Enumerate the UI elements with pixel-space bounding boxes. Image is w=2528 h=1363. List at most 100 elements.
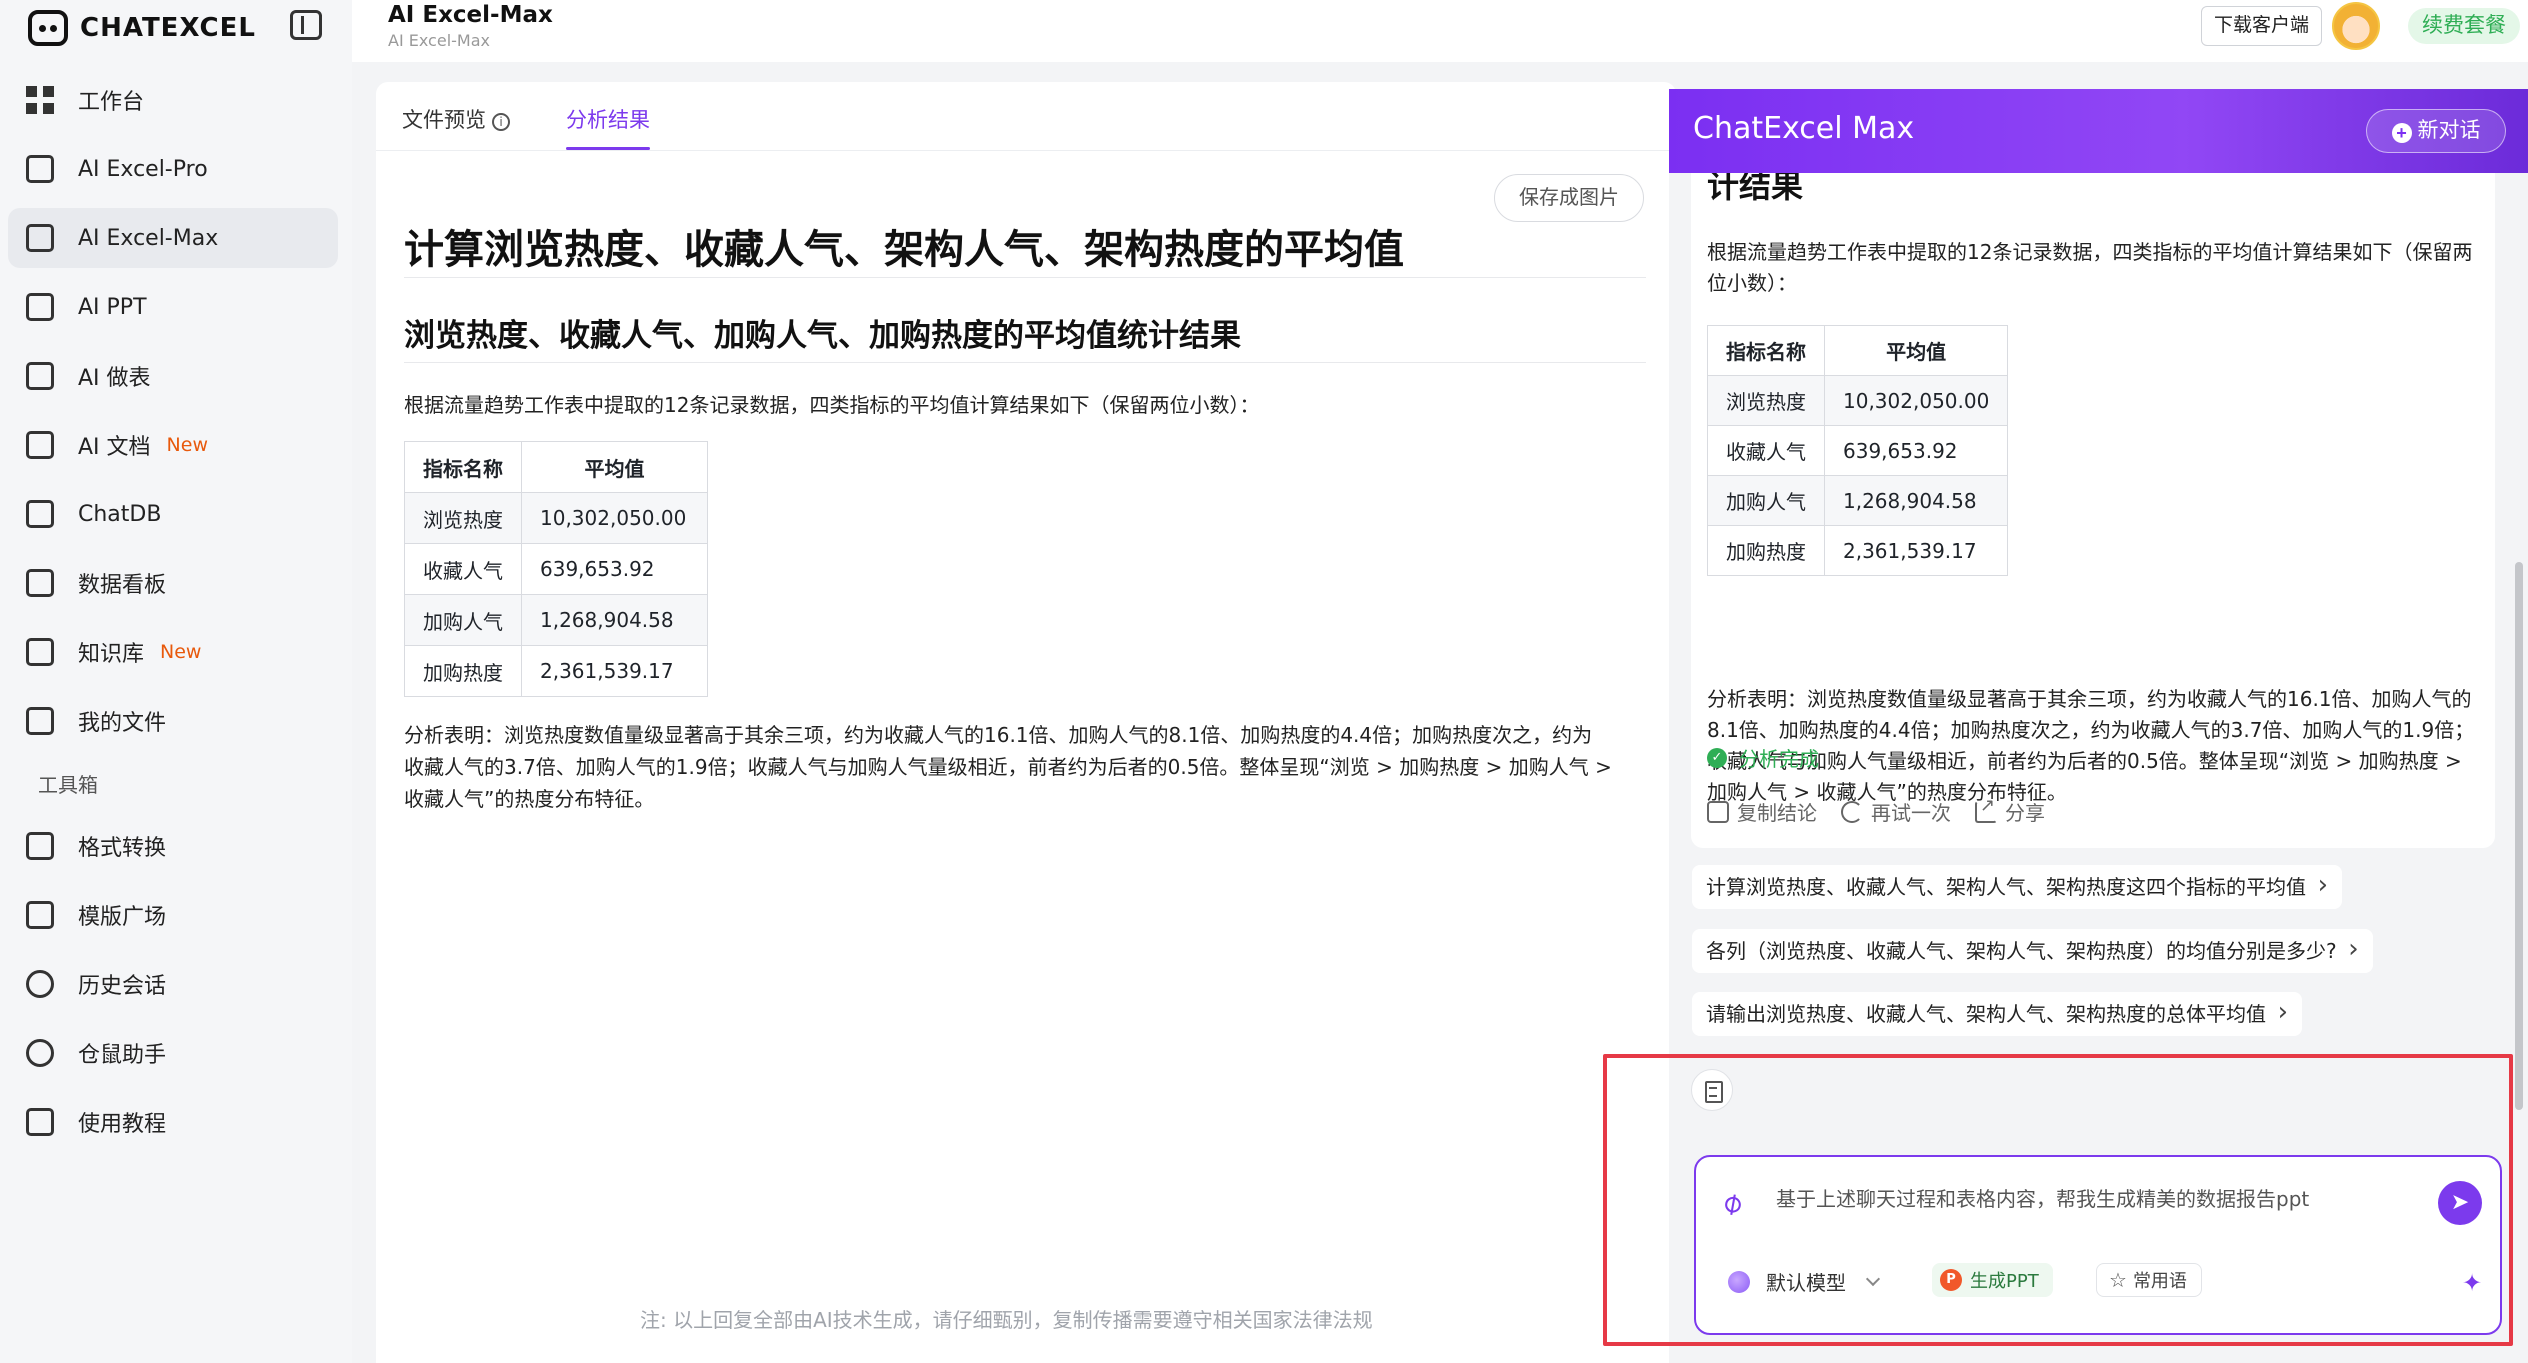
sidebar-item-format-convert[interactable]: 格式转换 [8, 816, 338, 876]
logo[interactable]: CHATEXCEL [28, 6, 256, 50]
analysis-panel: 文件预览 i 分析结果 保存成图片 计算浏览热度、收藏人气、架构人气、架构热度的平… [376, 82, 1676, 1363]
analysis-conclusion: 分析表明：浏览热度数值量级显著高于其余三项，约为收藏人气的16.1倍、加购人气的… [404, 719, 1646, 815]
table-icon [26, 362, 54, 390]
chat-input-box: ⌀ ➤ 默认模型 P 生成PPT ☆ 常用语 ✦ [1694, 1155, 2502, 1335]
suggestion-chip[interactable]: 请输出浏览热度、收藏人气、架构人气、架构热度的总体平均值 [1692, 990, 2302, 1036]
save-as-image-button[interactable]: 保存成图片 [1494, 174, 1644, 222]
sidebar-item-knowledge-base[interactable]: 知识库 New [8, 622, 338, 682]
sidebar-item-template-square[interactable]: 模版广场 [8, 885, 338, 945]
sidebar-item-label: AI Excel-Max [78, 225, 219, 251]
paperclip-icon[interactable]: ⌀ [1714, 1179, 1758, 1222]
sidebar-item-my-files[interactable]: 我的文件 [8, 691, 338, 751]
sidebar-item-ai-make-table[interactable]: AI 做表 [8, 346, 338, 406]
download-client-button[interactable]: 下载客户端 [2201, 6, 2323, 46]
new-chat-button[interactable]: + 新对话 [2366, 109, 2506, 153]
table-cell: 10,302,050.00 [521, 492, 708, 544]
tab-file-preview[interactable]: 文件预览 i [402, 102, 510, 150]
sidebar-item-workbench[interactable]: 工作台 [8, 70, 338, 130]
database-icon [26, 500, 54, 528]
send-button[interactable]: ➤ [2438, 1181, 2482, 1225]
table-row: 加购热度 2,361,539.17 [1707, 525, 2009, 576]
table-cell: 639,653.92 [1823, 425, 2009, 476]
generate-ppt-label: 生成PPT [1970, 1271, 2039, 1292]
common-phrases-button[interactable]: ☆ 常用语 [2096, 1263, 2202, 1297]
star-icon: ☆ [2109, 1268, 2127, 1292]
generate-ppt-button[interactable]: P 生成PPT [1932, 1263, 2053, 1297]
sidebar-item-label: AI 做表 [78, 366, 151, 391]
table-row: 浏览热度 10,302,050.00 [1707, 375, 2009, 426]
analysis-document: 计算浏览热度、收藏人气、架构人气、架构热度的平均值 浏览热度、收藏人气、加购人气… [404, 222, 1646, 815]
toolbox-section-label: 工具箱 [38, 773, 98, 797]
tab-bar: 文件预览 i 分析结果 [402, 102, 706, 152]
table-cell: 加购人气 [404, 594, 522, 646]
sidebar-item-ai-ppt[interactable]: AI PPT [8, 277, 338, 337]
renew-plan-button[interactable]: 续费套餐 [2408, 8, 2520, 44]
user-avatar[interactable] [2332, 2, 2380, 50]
common-phrases-label: 常用语 [2132, 1271, 2187, 1292]
document-attach-icon[interactable] [1691, 1069, 1733, 1111]
table-cell: 1,268,904.58 [521, 594, 708, 646]
sidebar-item-label: 数据看板 [78, 573, 167, 598]
table-cell: 639,653.92 [521, 543, 708, 595]
table-header-cell: 平均值 [521, 441, 708, 493]
sidebar-item-label: 格式转换 [78, 836, 167, 861]
sidebar-item-chatdb[interactable]: ChatDB [8, 484, 338, 544]
copy-icon [1707, 800, 1729, 823]
model-select[interactable]: 默认模型 [1728, 1267, 1881, 1296]
ppt-badge-icon: P [1940, 1269, 1962, 1291]
answer-table: 指标名称 平均值 浏览热度 10,302,050.00 收藏人气 639,653… [1707, 325, 2009, 576]
chat-header: ChatExcel Max + 新对话 [1669, 89, 2528, 173]
sidebar-item-label: 模版广场 [78, 905, 167, 930]
table-cell: 收藏人气 [404, 543, 522, 595]
table-cell: 2,361,539.17 [1823, 525, 2009, 576]
table-row: 加购人气 1,268,904.58 [1707, 475, 2009, 526]
chat-input[interactable] [1776, 1179, 2416, 1219]
new-badge: New [166, 434, 208, 456]
ppt-icon [26, 293, 54, 321]
page-subtitle: AI Excel-Max [388, 31, 490, 50]
suggestion-chip[interactable]: 各列（浏览热度、收藏人气、架构人气、架构热度）的均值分别是多少? [1692, 927, 2373, 973]
sidebar-item-ai-excel-max[interactable]: AI Excel-Max [8, 208, 338, 268]
copy-conclusion-button[interactable]: 复制结论 [1707, 797, 1817, 826]
tab-analysis-result[interactable]: 分析结果 [566, 102, 650, 150]
answer-actions: 复制结论 再试一次 分享 [1707, 795, 2069, 826]
sidebar-item-dashboard[interactable]: 数据看板 [8, 553, 338, 613]
chat-sheet-icon [26, 224, 54, 252]
tab-label: 文件预览 [402, 108, 486, 132]
table-row: 加购人气 1,268,904.58 [404, 594, 708, 646]
grid-icon [26, 86, 54, 114]
analysis-line: 收藏人气”的热度分布特征。 [404, 787, 655, 811]
retry-button[interactable]: 再试一次 [1841, 797, 1951, 826]
table-cell: 1,268,904.58 [1823, 475, 2009, 526]
new-badge: New [160, 641, 202, 663]
sheet-edit-icon [26, 155, 54, 183]
table-row: 浏览热度 10,302,050.00 [404, 492, 708, 544]
sidebar-item-label: AI PPT [78, 294, 147, 320]
table-row: 收藏人气 639,653.92 [404, 543, 708, 595]
suggestion-chip[interactable]: 计算浏览热度、收藏人气、架构人气、架构热度这四个指标的平均值 [1692, 863, 2342, 909]
new-chat-label: 新对话 [2417, 119, 2481, 142]
sidebar-item-tutorial[interactable]: 使用教程 [8, 1092, 338, 1152]
sidebar-item-history[interactable]: 历史会话 [8, 954, 338, 1014]
chat-scrollbar[interactable] [2515, 562, 2523, 1110]
sidebar-item-label: 仓鼠助手 [78, 1043, 167, 1068]
model-icon [1728, 1270, 1750, 1293]
check-circle-icon: ✓ [1707, 747, 1727, 768]
model-label: 默认模型 [1766, 1271, 1846, 1295]
sidebar-item-ai-excel-pro[interactable]: AI Excel-Pro [8, 139, 338, 199]
table-header-cell: 平均值 [1823, 325, 2009, 376]
template-icon [26, 901, 54, 929]
share-button[interactable]: 分享 [1975, 795, 2045, 826]
magic-wand-icon[interactable]: ✦ [2462, 1269, 2482, 1297]
sidebar-item-label: AI 文档 [78, 435, 151, 460]
sidebar-collapse-icon[interactable] [290, 10, 322, 40]
folder-icon [26, 707, 54, 735]
chat-title: ChatExcel Max [1693, 111, 1915, 146]
sidebar-item-hamster-assistant[interactable]: 仓鼠助手 [8, 1023, 338, 1083]
chat-panel: ChatExcel Max + 新对话 计结果 根据流量趋势工作表中提取的12条记… [1669, 89, 2528, 1363]
answer-heading: 计结果 [1707, 173, 1804, 205]
table-row: 加购热度 2,361,539.17 [404, 645, 708, 697]
info-icon[interactable]: i [492, 113, 510, 131]
document-title: 计算浏览热度、收藏人气、架构人气、架构热度的平均值 [404, 222, 1646, 278]
sidebar-item-ai-document[interactable]: AI 文档 New [8, 415, 338, 475]
